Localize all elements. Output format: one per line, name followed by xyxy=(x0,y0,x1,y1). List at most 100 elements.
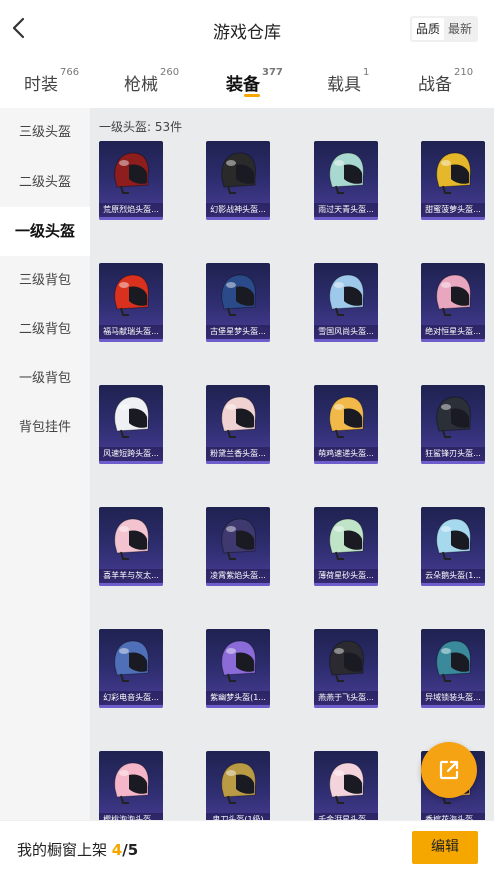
helmet-item-name: 香槟花海头盔... xyxy=(421,813,485,820)
sidebar-item-level3-backpack[interactable]: 三级背包 xyxy=(0,256,90,305)
helmet-item-card[interactable]: 荒原烈焰头盔... xyxy=(99,141,163,220)
helmet-icon xyxy=(114,518,149,560)
helmet-item-name: 狂鲨锋刃头盔... xyxy=(421,447,485,461)
active-tab-indicator xyxy=(244,94,260,97)
helmet-item-card[interactable]: 千金湃星头盔... xyxy=(314,751,378,820)
helmet-icon xyxy=(221,396,256,438)
tab-count: 1 xyxy=(363,67,370,78)
helmet-item-card[interactable]: 幻影战神头盔... xyxy=(206,141,270,220)
tab-count: 210 xyxy=(454,67,474,78)
helmet-item-name: 绝对恒星头盔... xyxy=(421,325,485,339)
tab-equipment[interactable]: 装备377 xyxy=(226,67,283,95)
helmet-item-name: 风速短跨头盔... xyxy=(99,447,163,461)
category-tabs: 时装766 枪械260 装备377 载具1 战备210 xyxy=(0,58,494,108)
helmet-item-card[interactable]: 喜羊羊与灰太... xyxy=(99,507,163,586)
helmet-item-card[interactable]: 雨过天青头盔... xyxy=(314,141,378,220)
tab-fashion[interactable]: 时装766 xyxy=(24,67,79,95)
helmet-item-name: 萌鸡速递头盔... xyxy=(314,447,378,461)
tab-count: 260 xyxy=(160,67,180,78)
tab-label: 载具 xyxy=(327,75,361,95)
helmet-item-card[interactable]: 燕燕于飞头盔... xyxy=(314,629,378,708)
helmet-item-name: 薄荷星砂头盔... xyxy=(314,569,378,583)
helmet-icon xyxy=(436,396,471,438)
bottom-bar: 我的橱窗上架 4/5 编辑 xyxy=(0,820,494,875)
helmet-item-name: 幻影战神头盔... xyxy=(206,203,270,217)
sort-option-quality[interactable]: 品质 xyxy=(411,18,444,40)
helmet-item-card[interactable]: 狂鲨锋刃头盔... xyxy=(421,385,485,464)
helmet-icon xyxy=(436,274,471,316)
helmet-item-card[interactable]: 云朵鹅头盔(1... xyxy=(421,507,485,586)
helmet-item-card[interactable]: 粉黛兰香头盔... xyxy=(206,385,270,464)
helmet-icon xyxy=(114,396,149,438)
helmet-item-card[interactable]: 鬼刀头盔(1级) xyxy=(206,751,270,820)
helmet-item-card[interactable]: 凌霄紫焰头盔... xyxy=(206,507,270,586)
sidebar-item-level2-helmet[interactable]: 二级头盔 xyxy=(0,158,90,207)
helmet-item-name: 古堡星梦头盔... xyxy=(206,325,270,339)
showcase-current: 4 xyxy=(111,841,123,859)
helmet-icon xyxy=(436,640,471,682)
sidebar-item-level3-helmet[interactable]: 三级头盔 xyxy=(0,108,90,157)
helmet-icon xyxy=(114,640,149,682)
helmet-item-card[interactable]: 异域锁装头盔... xyxy=(421,629,485,708)
sidebar-item-level2-backpack[interactable]: 二级背包 xyxy=(0,305,90,354)
sidebar: 三级头盔 二级头盔 一级头盔 三级背包 二级背包 一级背包 背包挂件 xyxy=(0,108,90,820)
helmet-icon xyxy=(114,152,149,194)
helmet-icon xyxy=(221,640,256,682)
helmet-item-card[interactable]: 樱桃泡泡头盔... xyxy=(99,751,163,820)
tab-label: 战备 xyxy=(418,75,452,95)
sidebar-item-backpack-charm[interactable]: 背包挂件 xyxy=(0,403,90,452)
sidebar-item-level1-backpack[interactable]: 一级背包 xyxy=(0,354,90,403)
helmet-icon xyxy=(114,274,149,316)
helmet-item-card[interactable]: 风速短跨头盔... xyxy=(99,385,163,464)
showcase-total: 5 xyxy=(127,841,139,859)
item-grid: 一级头盔: 53件 荒原烈焰头盔... 幻影战神头盔... 雨过天青头盔... 甜蜜菠… xyxy=(90,108,494,820)
helmet-item-name: 荒原烈焰头盔... xyxy=(99,203,163,217)
helmet-icon xyxy=(221,762,256,804)
sort-option-newest[interactable]: 最新 xyxy=(444,18,476,40)
helmet-item-card[interactable]: 甜蜜菠萝头盔... xyxy=(421,141,485,220)
helmet-item-card[interactable]: 薄荷星砂头盔... xyxy=(314,507,378,586)
helmet-item-name: 异域锁装头盔... xyxy=(421,691,485,705)
helmet-item-card[interactable]: 雪国风尚头盔... xyxy=(314,263,378,342)
helmet-icon xyxy=(329,640,364,682)
helmet-icon xyxy=(329,152,364,194)
edit-button[interactable]: 编辑 xyxy=(412,831,478,864)
tab-count: 377 xyxy=(262,67,283,78)
showcase-status: 我的橱窗上架 4/5 xyxy=(17,839,138,860)
helmet-icon xyxy=(436,518,471,560)
tab-guns[interactable]: 枪械260 xyxy=(124,67,180,95)
tab-label: 枪械 xyxy=(124,75,158,95)
helmet-item-name: 云朵鹅头盔(1... xyxy=(421,569,485,583)
sidebar-item-level1-helmet[interactable]: 一级头盔 xyxy=(0,207,90,256)
helmet-item-card[interactable]: 萌鸡速递头盔... xyxy=(314,385,378,464)
helmet-item-name: 燕燕于飞头盔... xyxy=(314,691,378,705)
helmet-icon xyxy=(221,518,256,560)
helmet-item-name: 鬼刀头盔(1级) xyxy=(206,813,270,820)
helmet-item-card[interactable]: 绝对恒星头盔... xyxy=(421,263,485,342)
helmet-icon xyxy=(436,152,471,194)
tab-label: 时装 xyxy=(24,75,58,95)
helmet-item-card[interactable]: 幻彩电音头盔... xyxy=(99,629,163,708)
helmet-icon xyxy=(114,762,149,804)
helmet-item-name: 紫幽梦头盔(1... xyxy=(206,691,270,705)
share-icon xyxy=(439,760,459,780)
header-bar: 游戏仓库 品质 最新 xyxy=(0,0,494,58)
helmet-item-name: 凌霄紫焰头盔... xyxy=(206,569,270,583)
helmet-item-card[interactable]: 紫幽梦头盔(1... xyxy=(206,629,270,708)
helmet-item-name: 喜羊羊与灰太... xyxy=(99,569,163,583)
helmet-item-card[interactable]: 古堡星梦头盔... xyxy=(206,263,270,342)
helmet-item-name: 雨过天青头盔... xyxy=(314,203,378,217)
tab-supplies[interactable]: 战备210 xyxy=(418,67,474,95)
helmet-item-name: 幻彩电音头盔... xyxy=(99,691,163,705)
helmet-icon xyxy=(329,396,364,438)
helmet-item-name: 粉黛兰香头盔... xyxy=(206,447,270,461)
helmet-icon xyxy=(329,762,364,804)
tab-vehicles[interactable]: 载具1 xyxy=(327,67,370,95)
helmet-item-card[interactable]: 福马献瑞头盔... xyxy=(99,263,163,342)
showcase-label: 我的橱窗上架 xyxy=(17,841,112,859)
sort-toggle: 品质 最新 xyxy=(409,16,478,42)
share-button[interactable] xyxy=(421,742,477,798)
helmet-item-name: 雪国风尚头盔... xyxy=(314,325,378,339)
helmet-icon xyxy=(329,274,364,316)
helmet-icon xyxy=(221,274,256,316)
